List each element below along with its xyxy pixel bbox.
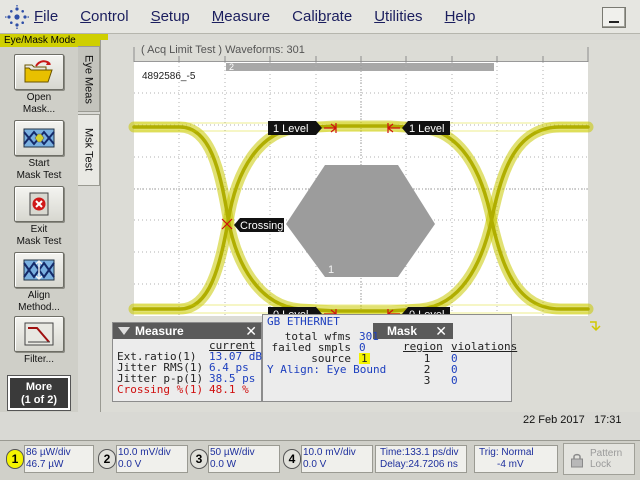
channel-4-setting[interactable]: 4 10.0 mV/div 0.0 V [283,443,373,475]
mask-region-1-label: 1 [328,264,334,276]
waveform-overlay: 2 1 4892586_-5 1 Level 1 Level Crossing [128,47,601,332]
region-row: 1 0 [423,352,458,365]
measure-table: current Ext.ratio(1) 13.07 dB Jitter RMS… [117,340,262,395]
date-time: 22 Feb 2017 17:31 [523,414,621,426]
region-row: 2 0 [423,363,458,376]
channel-1-setting[interactable]: 1 86 µW/div 46.7 µW [6,443,94,475]
mask-region-1 [286,165,435,277]
measure-row[interactable]: Crossing %(1) 48.1 % [117,384,261,395]
one-level-marker-left: 1 Level [268,121,322,135]
measure-panel-title: Measure [135,324,184,338]
y-align-row: Y Align: Eye Bound [267,363,387,376]
measure-panel-header: Measure ✕ [113,323,261,339]
channel-2-badge[interactable]: 2 [98,449,116,469]
waveform-id: 4892586_-5 [142,71,196,82]
mask-panel: GB ETHERNET Mask ✕ total wfms 301 failed… [262,314,517,402]
crossing-label: Crossing [240,220,283,232]
lock-icon [571,453,583,468]
ch2-marker-label: 2 [229,62,234,72]
close-icon[interactable]: ✕ [435,323,447,339]
pattern-lock-button[interactable]: Pattern Lock [563,443,635,475]
crossing-marker: Crossing [234,218,284,232]
one-level-marker-right: 1 Level [402,121,450,135]
timebase-setting[interactable]: Time:133.1 ps/div Delay:24.7206 ns [375,445,467,473]
channel-2-setting[interactable]: 2 10.0 mV/div 0.0 V [98,443,188,475]
one-level-label-right: 1 Level [409,123,444,135]
mask-panel-title: Mask [387,324,418,338]
region-table-header: region violations [403,340,518,353]
date-text: 22 Feb 2017 [523,414,585,426]
ground-marker-icon [590,321,601,332]
collapse-triangle-icon[interactable] [118,327,130,335]
ch2-marker-bar [226,63,494,71]
channel-1-badge[interactable]: 1 [6,449,24,469]
channel-3-setting[interactable]: 3 50 µW/div 0.0 W [190,443,280,475]
channel-3-badge[interactable]: 3 [190,449,208,469]
mask-info: total wfms 301 failed smpls 0 source 1 Y… [267,331,386,375]
region-table: region violations 1 0 2 0 3 0 [403,341,517,386]
ruler-ticks [133,47,589,62]
close-icon[interactable]: ✕ [245,323,257,339]
channel-4-badge[interactable]: 4 [283,449,301,469]
region-row: 3 0 [423,374,458,387]
time-text: 17:31 [593,414,622,426]
measure-panel: Measure ✕ current Ext.ratio(1) 13.07 dB … [112,322,262,402]
trigger-setting[interactable]: Trig: Normal -4 mV [474,445,558,473]
one-level-label-left: 1 Level [273,123,308,135]
mask-name: GB ETHERNET [267,315,340,328]
